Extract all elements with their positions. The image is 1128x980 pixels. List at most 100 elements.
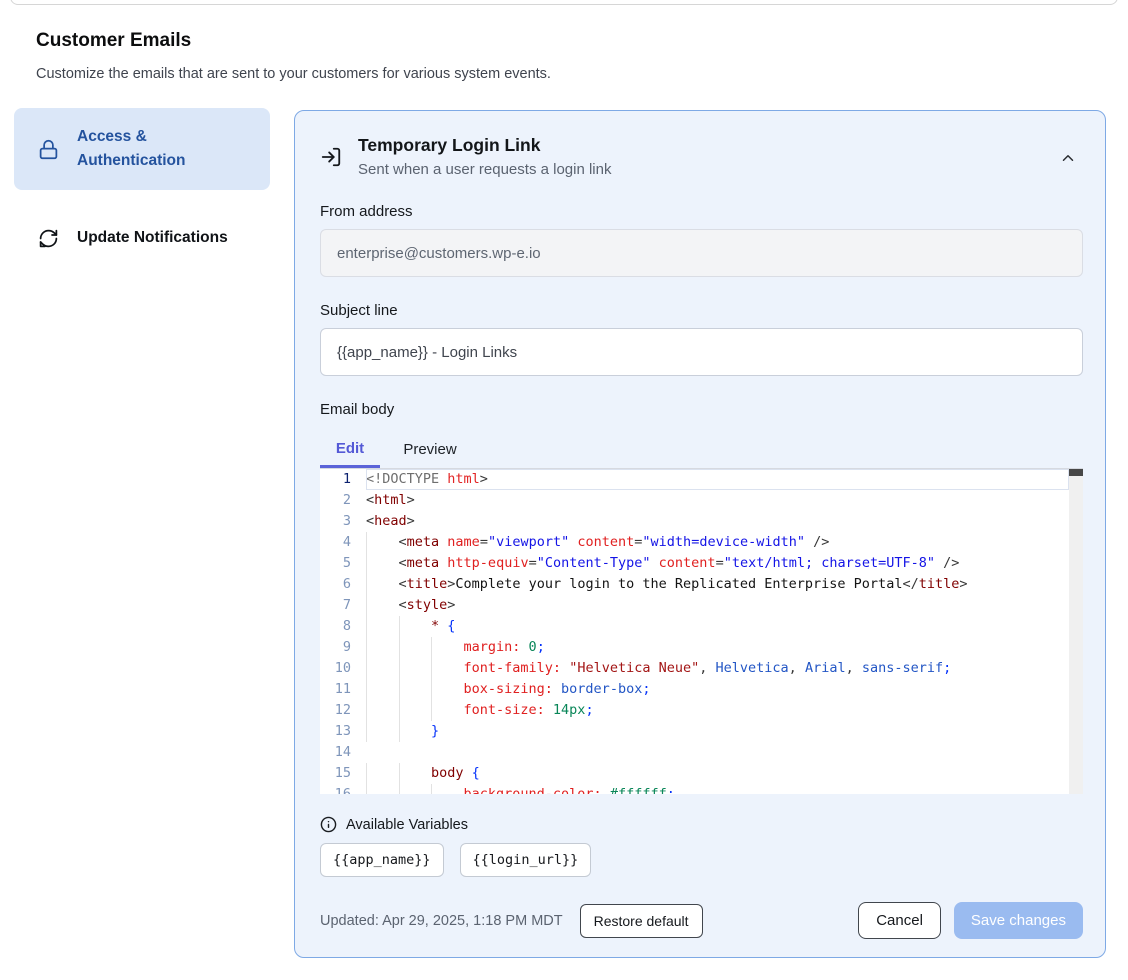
login-icon (320, 146, 342, 178)
indent-guide (366, 700, 399, 721)
line-number: 8 (320, 616, 366, 637)
sidebar-item-label: Update Notifications (77, 226, 228, 250)
editor-scrollbar[interactable] (1069, 469, 1083, 794)
code-line[interactable]: 8 * { (320, 616, 1069, 637)
line-content: <style> (366, 595, 1069, 616)
code-line[interactable]: 6 <title>Complete your login to the Repl… (320, 574, 1069, 595)
line-content: <html> (366, 490, 1069, 511)
code-line[interactable]: 13 } (320, 721, 1069, 742)
cancel-button[interactable]: Cancel (858, 902, 941, 939)
line-number: 14 (320, 742, 366, 763)
variable-chip-app_name[interactable]: {{app_name}} (320, 843, 444, 877)
indent-guide (399, 784, 432, 794)
line-content: <meta http-equiv="Content-Type" content=… (366, 553, 1069, 574)
line-content: font-family: "Helvetica Neue", Helvetica… (366, 658, 1069, 679)
code-line[interactable]: 7 <style> (320, 595, 1069, 616)
indent-guide (399, 763, 432, 784)
code-line[interactable]: 16 background-color: #ffffff; (320, 784, 1069, 794)
page-subtitle: Customize the emails that are sent to yo… (36, 66, 551, 82)
lock-icon (38, 139, 59, 160)
code-line[interactable]: 2<html> (320, 490, 1069, 511)
line-number: 12 (320, 700, 366, 721)
line-content: background-color: #ffffff; (366, 784, 1069, 794)
indent-guide (399, 637, 432, 658)
line-content: font-size: 14px; (366, 700, 1069, 721)
refresh-icon (38, 228, 59, 249)
indent-guide (431, 658, 464, 679)
sidebar-item-update-notifications[interactable]: Update Notifications (14, 204, 270, 272)
panel-footer: Updated: Apr 29, 2025, 1:18 PM MDT Resto… (320, 902, 1083, 939)
indent-guide (366, 574, 399, 595)
indent-guide (366, 637, 399, 658)
line-content (366, 742, 1069, 763)
chevron-up-icon (1059, 155, 1077, 170)
tab-edit[interactable]: Edit (320, 431, 380, 468)
footer-right: Cancel Save changes (858, 902, 1083, 939)
sidebar-item-access-authentication[interactable]: Access & Authentication (14, 108, 270, 190)
indent-guide (366, 679, 399, 700)
email-body-code-editor[interactable]: 1<!DOCTYPE html>2<html>3<head>4 <meta na… (320, 469, 1083, 794)
line-content: <!DOCTYPE html> (366, 469, 1069, 490)
panel-title: Temporary Login Link (358, 135, 611, 156)
code-line[interactable]: 3<head> (320, 511, 1069, 532)
email-body-label: Email body (320, 401, 1083, 418)
page-title: Customer Emails (36, 30, 191, 52)
subject-line-label: Subject line (320, 302, 1083, 319)
line-number: 15 (320, 763, 366, 784)
panel-header: Temporary Login Link Sent when a user re… (320, 135, 1083, 178)
editor-scrollbar-thumb[interactable] (1069, 469, 1083, 476)
indent-guide (399, 679, 432, 700)
indent-guide (366, 784, 399, 794)
indent-guide (399, 616, 432, 637)
previous-card-bottom-edge (10, 0, 1118, 5)
panel-header-text: Temporary Login Link Sent when a user re… (358, 135, 611, 178)
restore-default-button[interactable]: Restore default (580, 904, 703, 938)
collapse-panel-button[interactable] (1059, 149, 1077, 167)
indent-guide (399, 658, 432, 679)
line-number: 3 (320, 511, 366, 532)
code-line[interactable]: 11 box-sizing: border-box; (320, 679, 1069, 700)
subject-line-input[interactable] (320, 328, 1083, 376)
line-content: } (366, 721, 1069, 742)
variable-chips: {{app_name}} {{login_url}} (320, 843, 1083, 877)
sidebar-item-label: Access & Authentication (77, 125, 252, 173)
line-number: 5 (320, 553, 366, 574)
email-body-tabs: EditPreview (320, 431, 1083, 469)
code-line[interactable]: 4 <meta name="viewport" content="width=d… (320, 532, 1069, 553)
line-content: <head> (366, 511, 1069, 532)
from-address-label: From address (320, 203, 1083, 220)
line-number: 7 (320, 595, 366, 616)
indent-guide (366, 553, 399, 574)
variable-chip-login_url[interactable]: {{login_url}} (460, 843, 592, 877)
line-number: 16 (320, 784, 366, 794)
indent-guide (431, 784, 464, 794)
save-changes-button[interactable]: Save changes (954, 902, 1083, 939)
temporary-login-link-panel: Temporary Login Link Sent when a user re… (294, 110, 1106, 958)
updated-timestamp: Updated: Apr 29, 2025, 1:18 PM MDT (320, 913, 563, 929)
available-variables-label: Available Variables (346, 817, 468, 833)
line-number: 11 (320, 679, 366, 700)
available-variables-header: Available Variables (320, 816, 1083, 833)
code-line[interactable]: 12 font-size: 14px; (320, 700, 1069, 721)
code-line[interactable]: 5 <meta http-equiv="Content-Type" conten… (320, 553, 1069, 574)
code-line[interactable]: 10 font-family: "Helvetica Neue", Helvet… (320, 658, 1069, 679)
from-address-input[interactable] (320, 229, 1083, 277)
line-content: <meta name="viewport" content="width=dev… (366, 532, 1069, 553)
line-number: 13 (320, 721, 366, 742)
line-number: 9 (320, 637, 366, 658)
line-number: 2 (320, 490, 366, 511)
code-line[interactable]: 15 body { (320, 763, 1069, 784)
indent-guide (431, 637, 464, 658)
line-content: * { (366, 616, 1069, 637)
indent-guide (431, 679, 464, 700)
email-types-sidebar: Access & Authentication Update Notificati… (14, 108, 270, 272)
code-line[interactable]: 1<!DOCTYPE html> (320, 469, 1069, 490)
line-number: 6 (320, 574, 366, 595)
tab-preview[interactable]: Preview (380, 431, 480, 468)
line-number: 4 (320, 532, 366, 553)
code-line[interactable]: 14 (320, 742, 1069, 763)
indent-guide (399, 721, 432, 742)
code-line[interactable]: 9 margin: 0; (320, 637, 1069, 658)
indent-guide (366, 721, 399, 742)
line-content: <title>Complete your login to the Replic… (366, 574, 1069, 595)
